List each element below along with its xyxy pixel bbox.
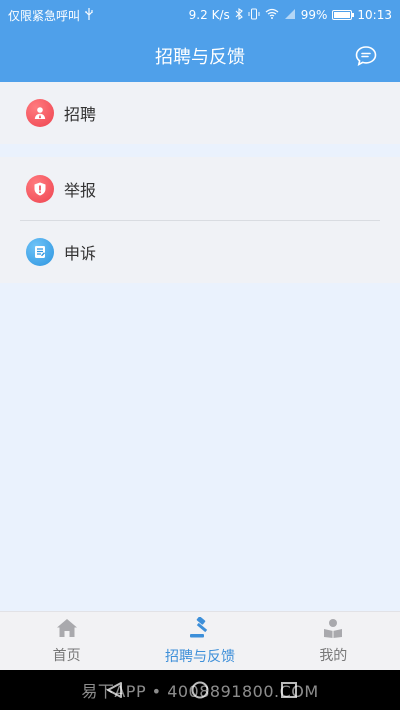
tab-label: 首页	[52, 647, 81, 664]
header: 招聘与反馈	[0, 30, 400, 82]
menu-item-label: 举报	[64, 180, 97, 200]
recruit-section: 招聘	[0, 82, 400, 144]
bottom-tab-bar: 首页 招聘与反馈 我的	[0, 611, 400, 670]
home-icon	[56, 618, 78, 642]
appeal-document-icon	[26, 238, 54, 266]
menu-item-label: 招聘	[64, 105, 97, 124]
feedback-section: 举报 申诉	[0, 157, 400, 283]
system-nav-bar: 易下APP • 4008891800.COM	[0, 670, 400, 710]
watermark: 易下APP • 4008891800.COM	[81, 682, 319, 701]
tab-home[interactable]: 首页	[0, 612, 133, 670]
menu-item-recruit[interactable]: 招聘	[0, 82, 400, 144]
usb-icon	[84, 7, 94, 23]
report-shield-icon	[26, 174, 54, 203]
network-speed: 9.2 K/s	[188, 8, 230, 22]
tab-label: 招聘与反馈	[164, 648, 235, 665]
page-title: 招聘与反馈	[155, 47, 245, 68]
recruit-user-icon	[26, 99, 54, 127]
menu-item-label: 申诉	[64, 244, 97, 263]
tab-label: 我的	[319, 647, 348, 664]
menu-item-report[interactable]: 举报	[0, 157, 400, 220]
bluetooth-icon	[235, 7, 243, 23]
wifi-icon	[265, 8, 279, 22]
battery-icon	[332, 10, 355, 20]
menu-item-appeal[interactable]: 申诉	[0, 221, 400, 283]
chat-bubble-icon[interactable]	[354, 44, 378, 68]
tab-recruit-feedback[interactable]: 招聘与反馈	[133, 612, 266, 670]
vibrate-icon	[248, 8, 260, 23]
clock: 10:13	[357, 8, 392, 22]
status-bar: 仅限紧急呼叫 9.2 K/s 99% 10:13	[0, 0, 400, 30]
status-right: 9.2 K/s 99% 10:13	[188, 7, 392, 23]
profile-reading-icon	[322, 618, 344, 642]
gavel-icon	[188, 615, 212, 643]
status-left: 仅限紧急呼叫	[8, 7, 94, 24]
signal-icon	[284, 8, 296, 22]
carrier-text: 仅限紧急呼叫	[8, 8, 81, 23]
tab-mine[interactable]: 我的	[267, 612, 400, 670]
battery-percent: 99%	[300, 8, 328, 22]
